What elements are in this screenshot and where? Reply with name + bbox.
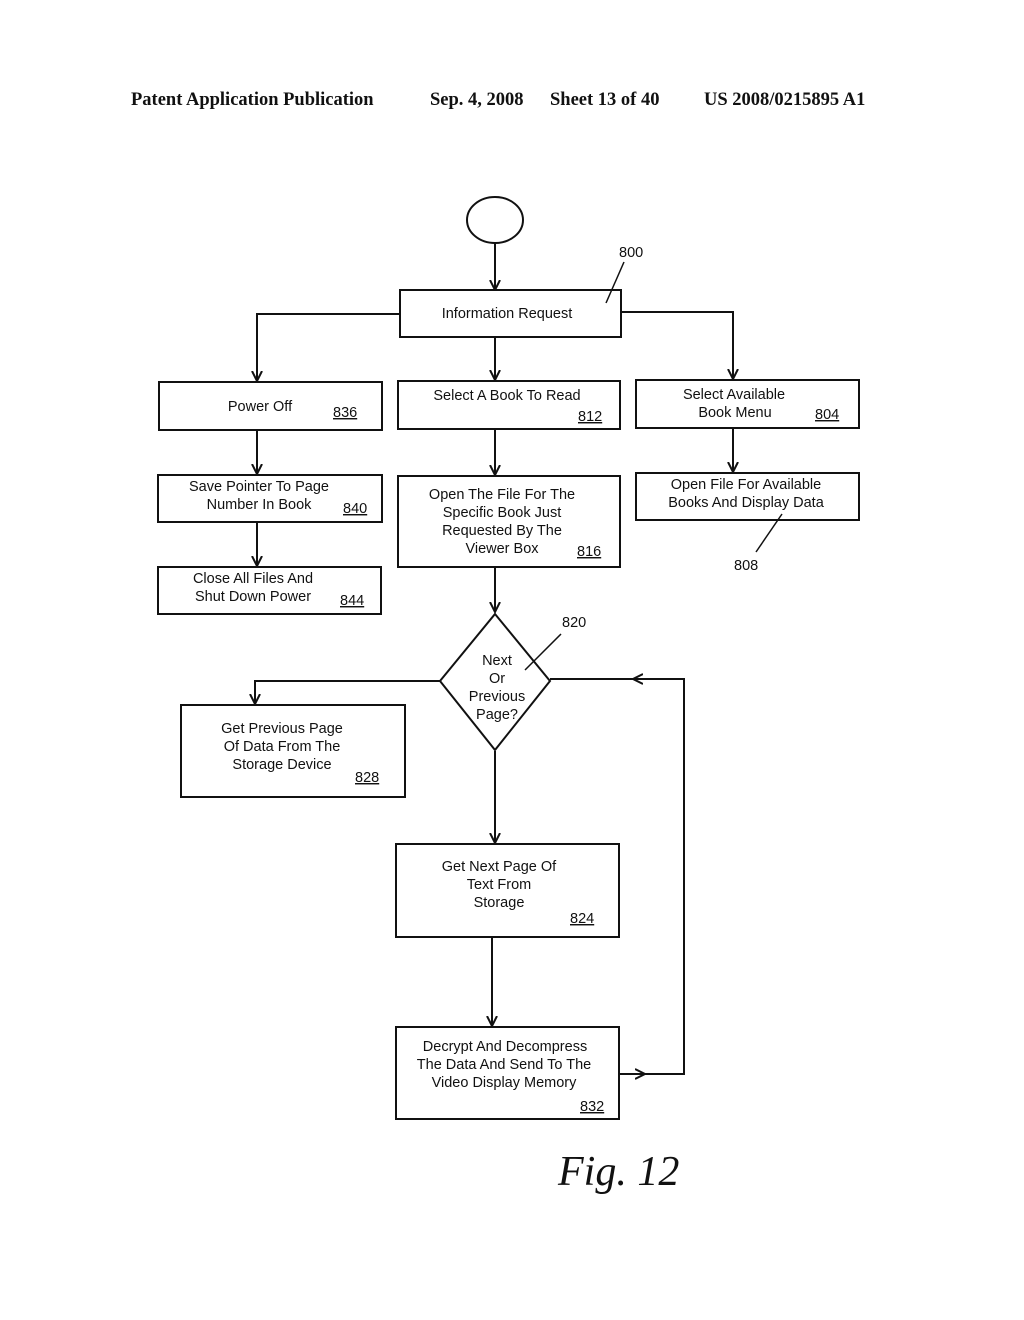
node-select-book: Select A Book To Read 812 xyxy=(397,380,621,430)
node-information-request: Information Request xyxy=(399,289,622,338)
node-text: Select A Book To Read xyxy=(433,388,580,404)
node-text: Next xyxy=(482,653,512,669)
ref-800: 800 xyxy=(619,245,643,261)
node-text: Viewer Box xyxy=(465,541,539,557)
arrow-decision-to-prev-page xyxy=(255,680,440,704)
ref-836: 836 xyxy=(333,405,357,421)
node-prev-page: Get Previous Page Of Data From The Stora… xyxy=(180,704,406,798)
ref-844: 844 xyxy=(340,593,364,609)
ref-804: 804 xyxy=(815,407,839,423)
loop-back-arrow xyxy=(633,679,685,1075)
flowchart: Information Request 800 Power Off 836 Se… xyxy=(157,196,860,1120)
node-text: Of Data From The xyxy=(224,739,341,755)
node-text: Video Display Memory xyxy=(432,1075,578,1091)
node-text: Books And Display Data xyxy=(668,495,824,511)
node-text: Requested By The xyxy=(442,523,562,539)
ref-808: 808 xyxy=(734,558,758,574)
node-text: Storage Device xyxy=(232,757,331,773)
node-decrypt: Decrypt And Decompress The Data And Send… xyxy=(395,1026,620,1120)
arrow-request-to-power-off xyxy=(257,313,400,381)
node-text: Open File For Available xyxy=(671,477,821,493)
ref-820: 820 xyxy=(562,615,586,631)
ref-812: 812 xyxy=(578,409,602,425)
node-text: Information Request xyxy=(442,306,573,322)
figure-label: Fig. 12 xyxy=(558,1149,680,1195)
ref-816: 816 xyxy=(577,544,601,560)
node-text: Book Menu xyxy=(698,405,771,421)
node-text: Close All Files And xyxy=(193,571,313,587)
ref-840: 840 xyxy=(343,501,367,517)
node-open-file: Open The File For The Specific Book Just… xyxy=(397,475,621,568)
node-text: Or xyxy=(489,671,505,687)
arrow-request-to-select-menu xyxy=(621,311,733,379)
node-text: Specific Book Just xyxy=(443,505,561,521)
node-text: Page? xyxy=(476,707,518,723)
node-text: Get Next Page Of xyxy=(442,859,557,875)
node-close-files: Close All Files And Shut Down Power 844 xyxy=(157,566,382,615)
node-text: Select Available xyxy=(683,387,785,403)
ref-828: 828 xyxy=(355,770,379,786)
node-power-off: Power Off 836 xyxy=(158,381,383,431)
ref-824: 824 xyxy=(570,911,594,927)
node-text: Save Pointer To Page xyxy=(189,479,329,495)
node-text: Storage xyxy=(474,895,525,911)
leader-line-820 xyxy=(524,633,562,671)
node-text: The Data And Send To The xyxy=(417,1057,591,1073)
node-decision: Next Or Previous Page? xyxy=(438,612,552,752)
node-select-menu: Select Available Book Menu 804 xyxy=(635,379,860,429)
node-text: Get Previous Page xyxy=(221,721,343,737)
node-text: Text From xyxy=(467,877,531,893)
node-text: Shut Down Power xyxy=(195,589,311,605)
node-text: Number In Book xyxy=(207,497,313,513)
start-terminal xyxy=(466,196,524,244)
node-save-pointer: Save Pointer To Page Number In Book 840 xyxy=(157,474,383,523)
node-text: Open The File For The xyxy=(429,487,575,503)
ref-832: 832 xyxy=(580,1099,604,1115)
node-text: Previous xyxy=(469,689,525,705)
node-text: Decrypt And Decompress xyxy=(423,1039,587,1055)
node-next-page: Get Next Page Of Text From Storage 824 xyxy=(395,843,620,938)
node-text: Power Off xyxy=(228,399,293,415)
node-open-available: Open File For Available Books And Displa… xyxy=(635,472,860,521)
